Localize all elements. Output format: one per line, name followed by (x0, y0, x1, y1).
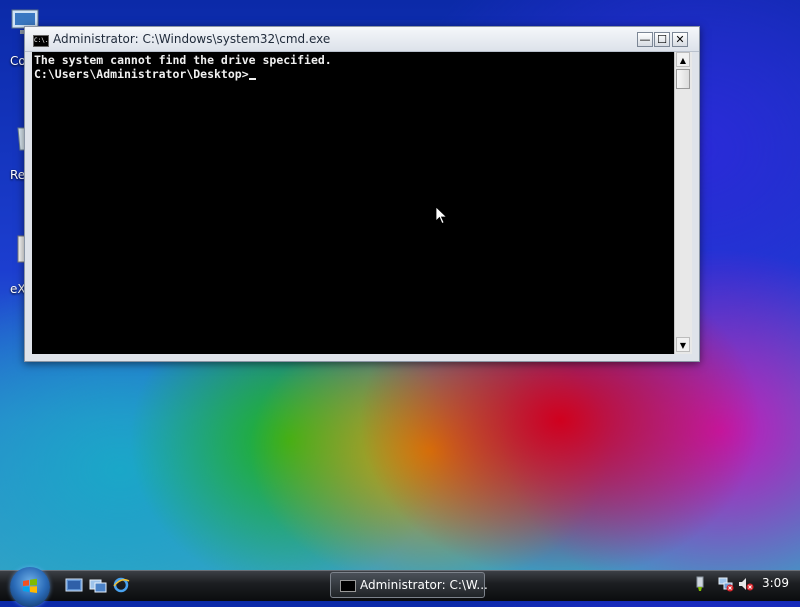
windows-logo-icon (23, 578, 37, 593)
desktop-icon-label: Re (10, 168, 26, 182)
prompt-line: C:\Users\Administrator\Desktop> (34, 67, 672, 81)
maximize-button[interactable]: ☐ (654, 32, 670, 47)
scroll-down-arrow-icon[interactable]: ▼ (676, 337, 690, 352)
network-icon[interactable] (718, 576, 734, 592)
clock[interactable]: 3:09 (762, 576, 789, 590)
close-button[interactable]: ✕ (672, 32, 688, 47)
minimize-icon: — (639, 33, 651, 46)
scroll-thumb[interactable] (676, 69, 690, 89)
title-bar[interactable]: C:\. Administrator: C:\Windows\system32\… (25, 27, 699, 52)
cmd-app-icon: C:\. (33, 35, 49, 47)
vertical-scrollbar[interactable]: ▲ ▼ (674, 52, 692, 354)
minimize-button[interactable]: — (637, 32, 653, 47)
switch-windows-icon[interactable] (89, 577, 107, 593)
mouse-pointer-icon (436, 207, 448, 225)
console-line: The system cannot find the drive specifi… (34, 53, 332, 67)
safely-remove-hardware-icon[interactable] (692, 576, 708, 592)
scroll-up-arrow-icon[interactable]: ▲ (676, 52, 690, 67)
cmd-app-icon (340, 580, 356, 592)
text-cursor (248, 78, 256, 80)
show-desktop-icon[interactable] (65, 577, 83, 593)
taskbar-button-cmd[interactable]: Administrator: C:\W... (330, 572, 488, 598)
console-output[interactable]: The system cannot find the drive specifi… (32, 52, 674, 354)
maximize-icon: ☐ (657, 33, 667, 46)
volume-muted-icon[interactable] (738, 576, 754, 592)
close-icon: ✕ (675, 33, 685, 46)
console-prompt: C:\Users\Administrator\Desktop> (34, 67, 249, 81)
taskbar-button-label: Administrator: C:\W... (360, 578, 488, 592)
start-button[interactable] (10, 567, 50, 607)
internet-explorer-icon[interactable] (112, 577, 130, 593)
window-title: Administrator: C:\Windows\system32\cmd.e… (53, 32, 331, 46)
cmd-window[interactable]: C:\. Administrator: C:\Windows\system32\… (24, 26, 700, 362)
